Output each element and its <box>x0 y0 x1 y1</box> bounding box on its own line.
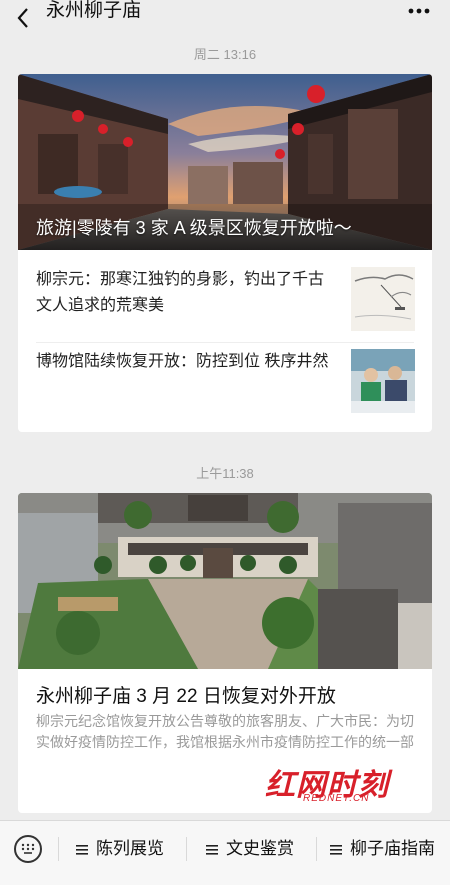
watermark-subtext: REDNET.CN <box>303 793 370 804</box>
watermark-logo: 红网时刻 REDNET.CN <box>265 760 415 806</box>
list-item-title: 博物馆陆续恢复开放：防控到位 秩序井然 <box>36 353 329 370</box>
menu-item-exhibitions[interactable]: 陈列展览 <box>76 821 164 877</box>
article-headline: 永州柳子庙 3 月 22 日恢复对外开放 <box>36 686 336 707</box>
list-item-title: 柳宗元：那寒江独钓的身影，钓出了千古文人追求的荒寒美 <box>36 271 325 314</box>
article-hero[interactable]: 旅游|零陵有 3 家 A 级景区恢复开放啦～ <box>18 74 432 250</box>
article-headline: 旅游|零陵有 3 家 A 级景区恢复开放啦～ <box>36 218 352 238</box>
menu-item-label: 陈列展览 <box>96 839 164 858</box>
menu-lines-icon <box>330 844 342 855</box>
menu-item-history[interactable]: 文史鉴赏 <box>206 821 294 877</box>
hero-image-temple-aerial <box>18 493 432 669</box>
article-card: 旅游|零陵有 3 家 A 级景区恢复开放啦～ 柳宗元：那寒江独钓的身影，钓出了千… <box>18 74 432 432</box>
list-item[interactable]: 柳宗元：那寒江独钓的身影，钓出了千古文人追求的荒寒美 <box>36 267 432 337</box>
menu-lines-icon <box>206 844 218 855</box>
menu-lines-icon <box>76 844 88 855</box>
menu-separator <box>58 837 59 861</box>
thumbnail-museum-staff <box>351 349 415 413</box>
list-item-thumbnail <box>351 349 415 413</box>
article-summary: 柳宗元纪念馆恢复开放公告尊敬的旅客朋友、广大市民：为切实做好疫情防控工作，我馆根… <box>36 713 414 750</box>
bottom-menu-bar: 陈列展览 文史鉴赏 柳子庙指南 <box>0 820 450 885</box>
page-title: 永州柳子庙 <box>46 0 142 21</box>
menu-item-label: 文史鉴赏 <box>226 839 294 858</box>
back-arrow-icon[interactable] <box>12 6 36 30</box>
divider <box>36 342 414 343</box>
timestamp: 周二 13:16 <box>193 47 257 62</box>
menu-item-guide[interactable]: 柳子庙指南 <box>330 821 435 877</box>
more-options-icon[interactable] <box>408 8 430 14</box>
menu-separator <box>186 837 187 861</box>
thumbnail-ink-painting <box>351 267 415 331</box>
keyboard-icon <box>21 843 35 854</box>
keyboard-toggle-button[interactable] <box>14 835 42 863</box>
article-hero <box>18 493 432 669</box>
list-item[interactable]: 博物馆陆续恢复开放：防控到位 秩序井然 <box>36 349 432 419</box>
timestamp: 上午11:38 <box>196 466 254 481</box>
list-item-thumbnail <box>351 267 415 331</box>
menu-item-label: 柳子庙指南 <box>350 839 435 858</box>
menu-separator <box>316 837 317 861</box>
top-bar: 永州柳子庙 <box>0 0 450 40</box>
